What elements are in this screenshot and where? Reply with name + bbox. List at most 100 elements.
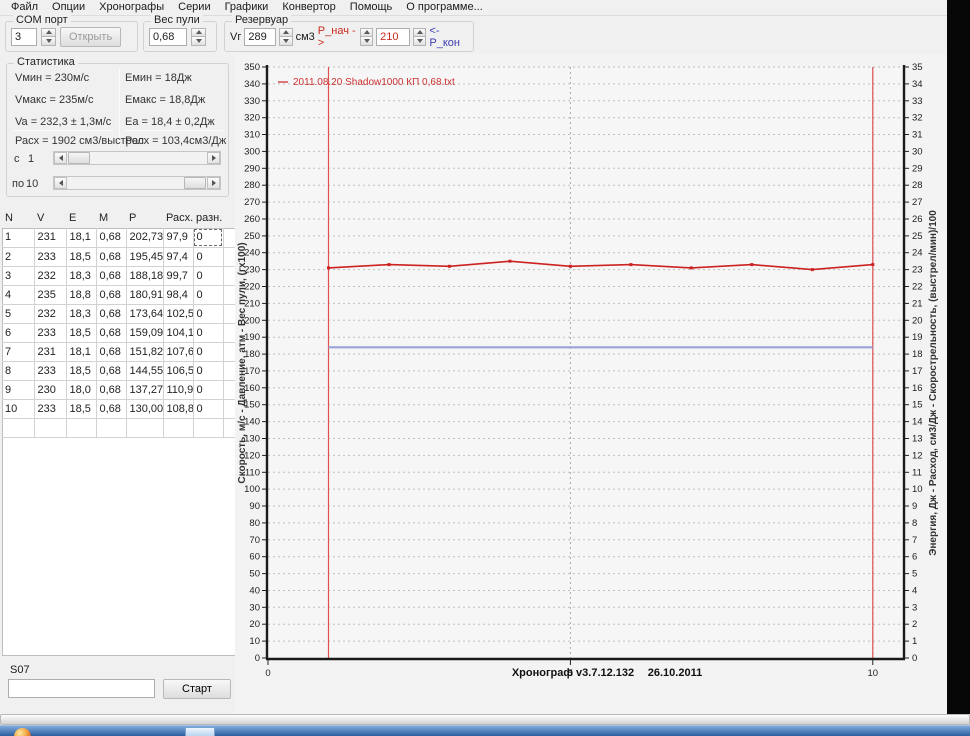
reservoir-volume-input[interactable] — [244, 28, 276, 46]
table-cell[interactable]: 2 — [2, 247, 34, 266]
table-cell[interactable]: 18,5 — [66, 323, 96, 342]
table-cell[interactable]: 0 — [193, 304, 223, 323]
session-input[interactable] — [8, 679, 155, 698]
table-cell[interactable] — [96, 418, 126, 437]
table-cell[interactable]: 0,68 — [96, 304, 126, 323]
table-cell[interactable]: 130,00 — [126, 399, 163, 418]
bullet-weight-input[interactable] — [149, 28, 187, 46]
table-cell[interactable] — [163, 418, 193, 437]
table-cell[interactable]: 0,68 — [96, 380, 126, 399]
scrollbar-thumb[interactable] — [184, 177, 206, 189]
table-cell[interactable]: 0,68 — [96, 342, 126, 361]
open-port-button[interactable]: Открыть — [60, 27, 121, 47]
table-cell[interactable]: 233 — [34, 399, 66, 418]
scrollbar-track[interactable] — [67, 177, 207, 189]
table-cell[interactable]: 202,73 — [126, 228, 163, 247]
table-cell[interactable]: 18,1 — [66, 342, 96, 361]
table-cell[interactable]: 98,4 — [163, 285, 193, 304]
menu-item[interactable]: Помощь — [343, 0, 400, 15]
table-cell[interactable]: 195,45 — [126, 247, 163, 266]
table-cell[interactable]: 0,68 — [96, 266, 126, 285]
windows-taskbar[interactable] — [0, 725, 970, 736]
table-cell[interactable]: 18,3 — [66, 266, 96, 285]
table-cell[interactable]: 9 — [2, 380, 34, 399]
table-cell[interactable]: 108,8 — [163, 399, 193, 418]
range-from-scrollbar[interactable] — [53, 151, 221, 165]
table-cell[interactable]: 231 — [34, 342, 66, 361]
table-cell[interactable]: 231 — [34, 228, 66, 247]
table-cell[interactable]: 0 — [193, 285, 223, 304]
table-cell[interactable]: 97,9 — [163, 228, 193, 247]
table-cell[interactable] — [66, 418, 96, 437]
menu-item[interactable]: Графики — [218, 0, 276, 15]
table-cell[interactable]: 0 — [193, 266, 223, 285]
table-cell[interactable]: 18,0 — [66, 380, 96, 399]
table-cell[interactable]: 151,82 — [126, 342, 163, 361]
table-cell[interactable] — [126, 418, 163, 437]
spin-up-icon[interactable] — [279, 28, 292, 38]
table-cell[interactable]: 0 — [193, 323, 223, 342]
scroll-left-icon[interactable] — [54, 177, 67, 189]
table-cell[interactable]: 5 — [2, 304, 34, 323]
table-cell[interactable]: 0,68 — [96, 323, 126, 342]
table-cell[interactable]: 6 — [2, 323, 34, 342]
table-cell[interactable]: 0 — [193, 399, 223, 418]
table-cell[interactable]: 0,68 — [96, 228, 126, 247]
taskbar-button[interactable] — [185, 727, 215, 736]
scrollbar-thumb[interactable] — [68, 152, 90, 164]
spin-up-icon[interactable] — [191, 28, 206, 38]
table-cell[interactable]: 188,18 — [126, 266, 163, 285]
table-cell[interactable]: 0 — [193, 342, 223, 361]
table-cell[interactable]: 0,68 — [96, 399, 126, 418]
pressure-start-input[interactable] — [376, 28, 410, 46]
table-cell[interactable]: 233 — [34, 361, 66, 380]
table-cell[interactable]: 99,7 — [163, 266, 193, 285]
table-cell[interactable]: 18,5 — [66, 247, 96, 266]
table-cell[interactable]: 233 — [34, 323, 66, 342]
menu-item[interactable]: Хронографы — [92, 0, 171, 15]
range-to-scrollbar[interactable] — [53, 176, 221, 190]
spin-down-icon[interactable] — [413, 37, 426, 46]
table-cell[interactable]: 233 — [34, 247, 66, 266]
table-cell[interactable]: 18,8 — [66, 285, 96, 304]
table-cell[interactable] — [193, 418, 223, 437]
table-cell[interactable]: 110,9 — [163, 380, 193, 399]
table-cell[interactable]: 159,09 — [126, 323, 163, 342]
table-cell[interactable] — [2, 418, 34, 437]
table-cell[interactable]: 7 — [2, 342, 34, 361]
table-cell[interactable]: 106,5 — [163, 361, 193, 380]
table-cell[interactable]: 232 — [34, 304, 66, 323]
table-cell[interactable]: 10 — [2, 399, 34, 418]
table-cell[interactable]: 0 — [193, 380, 223, 399]
spin-down-icon[interactable] — [191, 37, 206, 46]
table-cell[interactable]: 97,4 — [163, 247, 193, 266]
table-cell[interactable]: 3 — [2, 266, 34, 285]
table-cell[interactable]: 0 — [193, 228, 223, 247]
spin-up-icon[interactable] — [360, 28, 373, 38]
table-cell[interactable]: 232 — [34, 266, 66, 285]
table-cell[interactable]: 144,55 — [126, 361, 163, 380]
table-cell[interactable]: 0 — [193, 247, 223, 266]
menu-item[interactable]: Опции — [45, 0, 92, 15]
scrollbar-track[interactable] — [67, 152, 207, 164]
menu-item[interactable]: Файл — [4, 0, 45, 15]
table-cell[interactable]: 18,5 — [66, 361, 96, 380]
spin-down-icon[interactable] — [360, 37, 373, 46]
table-cell[interactable] — [34, 418, 66, 437]
menu-item[interactable]: Серии — [171, 0, 217, 15]
table-cell[interactable]: 18,1 — [66, 228, 96, 247]
table-cell[interactable]: 0 — [193, 361, 223, 380]
table-cell[interactable]: 18,3 — [66, 304, 96, 323]
start-button[interactable]: Старт — [163, 679, 231, 699]
table-cell[interactable]: 0,68 — [96, 247, 126, 266]
scroll-left-icon[interactable] — [54, 152, 67, 164]
spin-down-icon[interactable] — [41, 37, 56, 46]
table-cell[interactable]: 235 — [34, 285, 66, 304]
menu-item[interactable]: О программе... — [399, 0, 489, 15]
table-cell[interactable]: 180,91 — [126, 285, 163, 304]
com-port-input[interactable] — [11, 28, 37, 46]
table-cell[interactable]: 104,1 — [163, 323, 193, 342]
table-cell[interactable]: 18,5 — [66, 399, 96, 418]
spin-up-icon[interactable] — [413, 28, 426, 38]
table-cell[interactable]: 4 — [2, 285, 34, 304]
